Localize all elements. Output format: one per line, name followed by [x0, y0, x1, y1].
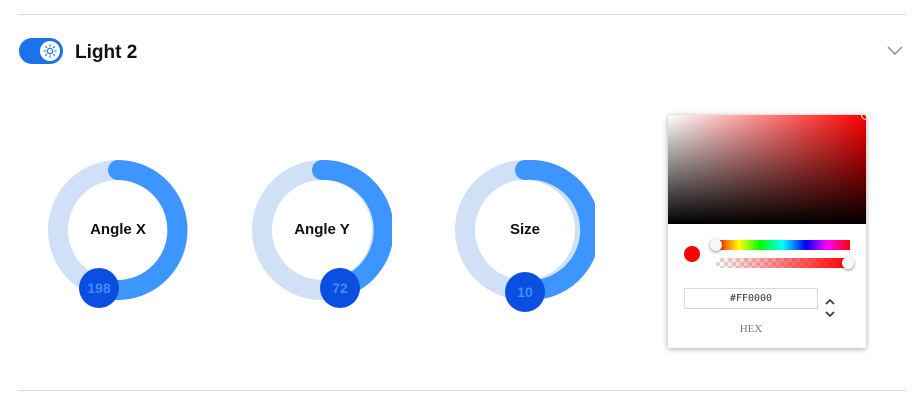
- color-picker: HEX: [668, 115, 866, 348]
- bottom-divider: [18, 390, 906, 391]
- angle-x-dial[interactable]: Angle X 198: [48, 160, 188, 308]
- size-handle[interactable]: 10: [505, 272, 545, 312]
- hue-slider-knob[interactable]: [710, 239, 722, 251]
- hex-input[interactable]: [684, 288, 818, 309]
- sun-icon: [40, 41, 60, 61]
- chevron-down-icon[interactable]: [886, 44, 904, 56]
- angle-y-handle[interactable]: 72: [320, 268, 360, 308]
- size-label: Size: [509, 221, 540, 238]
- angle-x-handle[interactable]: 198: [79, 268, 119, 308]
- color-swatch: [684, 246, 700, 262]
- angle-y-dial[interactable]: Angle Y 72: [252, 160, 392, 308]
- hex-mode-label: HEX: [739, 323, 763, 335]
- mode-toggle-arrows-icon[interactable]: [823, 296, 837, 320]
- section-title: Light 2: [75, 42, 138, 63]
- light-toggle[interactable]: [19, 38, 63, 64]
- saturation-area[interactable]: [668, 115, 866, 224]
- top-divider: [18, 14, 906, 15]
- alpha-slider-knob[interactable]: [842, 257, 854, 269]
- angle-y-label: Angle Y: [294, 221, 350, 238]
- size-dial[interactable]: Size 10: [455, 160, 595, 312]
- angle-x-label: Angle X: [90, 221, 146, 238]
- hue-slider[interactable]: [710, 239, 850, 251]
- alpha-slider[interactable]: [716, 257, 854, 269]
